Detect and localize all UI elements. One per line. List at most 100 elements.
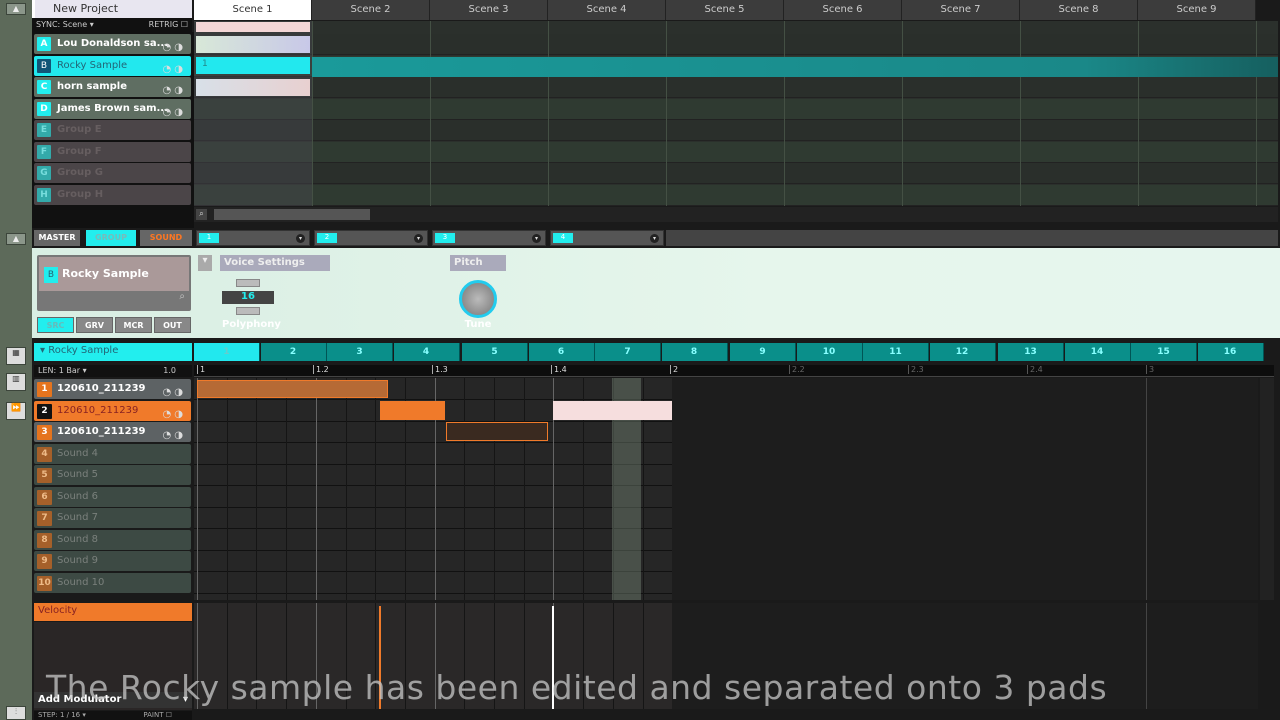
tab-sound[interactable]: SOUND [140,230,192,246]
sound-item-9[interactable]: 9 Sound 9 [34,551,191,571]
pad-button-3[interactable]: 3 [327,343,393,361]
scene-header-1[interactable]: Scene 1 [194,0,312,20]
search-icon[interactable]: ⌕ [39,291,189,309]
scene-header-7[interactable]: Scene 7 [902,0,1020,20]
grid-scrollbar[interactable] [1260,378,1274,600]
clip-group-c[interactable] [196,79,310,96]
group-knobs-icon[interactable]: ◔◑ [163,81,186,97]
group-name: Lou Donaldson sa... [57,38,168,49]
note-event[interactable] [197,380,388,398]
panel-button-src[interactable]: SRC [37,317,74,333]
sound-item-5[interactable]: 5 Sound 5 [34,465,191,485]
sound-item-10[interactable]: 10 Sound 10 [34,572,191,593]
pattern-group-name: Rocky Sample [48,345,119,356]
step-mode-button[interactable]: ⏩ [6,402,26,420]
group-item-g[interactable]: G Group G [34,163,191,183]
panel-menu-button[interactable]: ▾ [198,255,212,271]
scroll-thumb[interactable] [214,209,370,220]
step-grid[interactable] [194,378,1258,600]
group-item-c[interactable]: Chorn sample ◔◑ [34,77,191,97]
polyphony-value[interactable]: 16 [222,291,274,304]
sound-item-7[interactable]: 7 Sound 7 [34,508,191,528]
pad-button-14[interactable]: 14 [1064,343,1131,361]
scene-header-6[interactable]: Scene 6 [784,0,902,20]
note-event[interactable] [553,401,672,420]
panel-button-mcr[interactable]: MCR [115,317,152,333]
chevron-down-icon[interactable]: ▾ [414,234,423,243]
chevron-down-icon[interactable]: ▾ [296,234,305,243]
clip-group-b[interactable]: 1 [196,57,310,74]
scene-header-2[interactable]: Scene 2 [312,0,430,20]
scene-header-8[interactable]: Scene 8 [1020,0,1138,20]
pattern-group-header[interactable]: ▾ Rocky Sample [34,343,192,361]
pad-button-1[interactable]: 1 [194,343,260,361]
paint-toggle[interactable]: PAINT ☐ [143,711,172,719]
tab-master[interactable]: MASTER [34,230,80,246]
retrig-toggle[interactable]: RETRIG ☐ [149,20,188,29]
pad-button-7[interactable]: 7 [595,343,661,361]
sound-slot-3[interactable]: 3 ▾ [432,230,546,246]
group-item-f[interactable]: F Group F [34,141,191,162]
sound-slot-2[interactable]: 2 ▾ [314,230,428,246]
chevron-down-icon[interactable]: ▾ [650,234,659,243]
sound-item-4[interactable]: 4 Sound 4 [34,443,191,464]
pad-button-4[interactable]: 4 [393,343,460,361]
step-dropdown[interactable]: STEP: 1 / 16 ▾ PAINT ☐ [34,711,192,720]
sound-slot-1[interactable]: 1 ▾ [196,230,310,246]
velocity-modulation[interactable]: Velocity [34,603,192,621]
pad-button-6[interactable]: 6 [528,343,595,361]
sync-dropdown[interactable]: SYNC: Scene ▾ RETRIG ☐ [32,18,192,32]
pad-button-10[interactable]: 10 [796,343,863,361]
scene-header-4[interactable]: Scene 4 [548,0,666,20]
timeline-ruler[interactable]: 1 1.2 1.3 1.4 2 2.2 2.3 2.4 3 [194,365,1274,377]
pad-button-15[interactable]: 15 [1131,343,1197,361]
pad-button-13[interactable]: 13 [998,343,1064,361]
pattern-view-button[interactable]: ▦ [6,347,26,365]
clip-group-a[interactable] [196,36,310,53]
group-item-b[interactable]: B Rocky Sample ◔◑ [34,55,191,76]
sound-item-1[interactable]: 1 120610_211239 ◔◑ [34,379,191,399]
tune-knob[interactable] [459,280,497,318]
group-knobs-icon[interactable]: ◔◑ [163,60,186,76]
pad-button-11[interactable]: 11 [863,343,929,361]
pad-button-2[interactable]: 2 [260,343,327,361]
sound-item-6[interactable]: 6 Sound 6 [34,486,191,507]
arranger-scrollbar[interactable]: ⌕ [194,207,1278,222]
scene-header-5[interactable]: Scene 5 [666,0,784,20]
group-info[interactable]: B Rocky Sample ⌕ [37,255,191,311]
group-knobs-icon[interactable]: ◔◑ [163,38,186,54]
pad-button-8[interactable]: 8 [661,343,728,361]
pad-button-12[interactable]: 12 [929,343,996,361]
collapse-control-button[interactable]: ▲ [6,233,26,245]
sound-item-2[interactable]: 2 120610_211239 ◔◑ [34,400,191,421]
group-item-d[interactable]: D James Brown sam... ◔◑ [34,98,191,119]
tab-group[interactable]: GROUP [86,230,136,246]
mixer-icon[interactable]: ⫶ [6,706,26,720]
pad-button-16[interactable]: 16 [1197,343,1264,361]
sound-item-8[interactable]: 8 Sound 8 [34,529,191,550]
keyboard-view-button[interactable]: ▥ [6,373,26,391]
collapse-arranger-button[interactable]: ▲ [6,3,26,15]
zoom-icon[interactable]: ⌕ [196,209,207,220]
chevron-down-icon[interactable]: ▾ [532,234,541,243]
polyphony-down-button[interactable] [236,307,260,315]
group-item-e[interactable]: E Group E [34,120,191,140]
pad-button-5[interactable]: 5 [462,343,528,361]
polyphony-up-button[interactable] [236,279,260,287]
sound-name: Sound 4 [57,447,99,459]
group-knobs-icon[interactable]: ◔◑ [163,103,186,119]
scene-header-9[interactable]: Scene 9 [1138,0,1256,20]
group-item-a[interactable]: A Lou Donaldson sa... ◔◑ [34,34,191,54]
scene-1-marker[interactable] [196,22,310,32]
sound-slot-4[interactable]: 4 ▾ [550,230,664,246]
group-item-h[interactable]: H Group H [34,184,191,205]
panel-button-grv[interactable]: GRV [76,317,113,333]
panel-button-out[interactable]: OUT [154,317,191,333]
pad-button-9[interactable]: 9 [730,343,796,361]
length-dropdown[interactable]: LEN: 1 Bar ▾ 1.0 [34,365,192,377]
note-event[interactable] [446,422,548,441]
arranger-row [194,120,1278,141]
note-event[interactable] [380,401,445,420]
scene-header-3[interactable]: Scene 3 [430,0,548,20]
sound-item-3[interactable]: 3 120610_211239 ◔◑ [34,422,191,442]
